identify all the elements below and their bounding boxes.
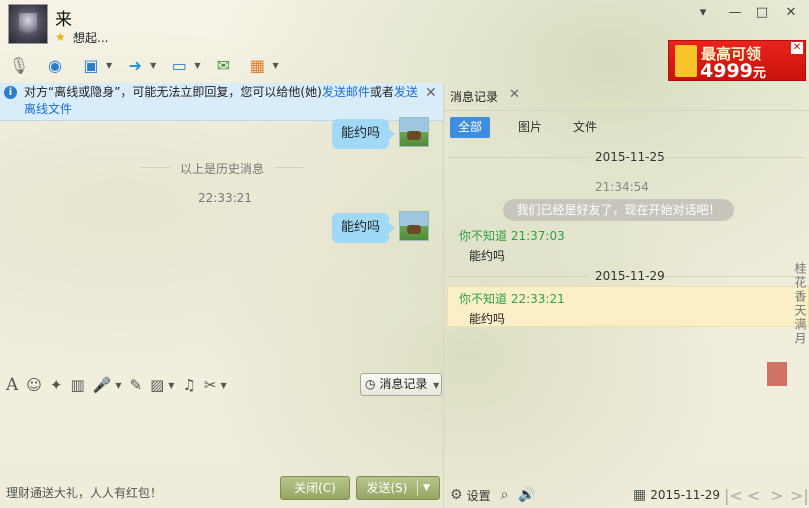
apps-icon[interactable]: ▦	[244, 53, 270, 77]
send-file-icon[interactable]: ➜	[122, 53, 148, 77]
offline-notice-bar: i 对方“离线或隐身”，可能无法立即回复，您可以给他(她)发送邮件或者发送离线文…	[0, 83, 443, 121]
send-options-chevron-icon[interactable]: ▼	[423, 477, 430, 499]
send-button-label: 发送(S)	[366, 481, 408, 495]
panel-divider[interactable]	[443, 83, 444, 508]
first-page-icon[interactable]: |<	[724, 486, 743, 505]
filter-all[interactable]: 全部	[450, 117, 491, 138]
search-icon[interactable]: ⌕	[501, 487, 509, 503]
screenshot-scissors-icon[interactable]: ✂	[204, 376, 217, 394]
contact-signature: 想起...	[73, 31, 109, 45]
skin-dropdown-icon[interactable]: ▾	[693, 4, 713, 22]
chevron-down-icon[interactable]: ▼	[115, 381, 121, 390]
date-divider-left	[448, 157, 588, 158]
ad-amount: 4999	[700, 60, 753, 82]
background-poem: 桂花香天满月	[793, 262, 807, 346]
send-email-link[interactable]: 发送邮件	[322, 85, 370, 99]
message-record-button[interactable]: ◷ 消息记录 ▼	[360, 373, 442, 396]
maximize-button[interactable]: □	[752, 4, 772, 22]
history-divider-left	[140, 167, 170, 168]
chevron-down-icon[interactable]: ▼	[106, 61, 112, 70]
tab-close-icon[interactable]: ✕	[509, 87, 520, 102]
chevron-down-icon[interactable]: ▼	[272, 61, 278, 70]
calendar-icon[interactable]: ▦	[633, 487, 646, 503]
history-footer: ⚙ 设置 ⌕ 🔊	[450, 486, 540, 504]
remote-desktop-icon[interactable]: ▣	[78, 53, 104, 77]
my-avatar[interactable]	[399, 117, 429, 147]
shake-icon[interactable]: ▥	[71, 376, 85, 394]
chevron-down-icon[interactable]: ▼	[194, 61, 200, 70]
red-packet-ad[interactable]: 最高可领 4999元 ✕	[668, 40, 806, 82]
contact-name: 来	[55, 10, 72, 30]
chat-bubble[interactable]: 能约吗	[332, 213, 396, 243]
date-divider-left	[448, 276, 588, 277]
message-record-label: 消息记录	[379, 377, 428, 391]
prev-page-icon[interactable]: <	[747, 486, 760, 505]
chat-bubble[interactable]: 能约吗	[332, 119, 396, 149]
red-packet-icon	[675, 45, 697, 77]
create-group-icon[interactable]: ✉	[210, 53, 236, 77]
last-page-icon[interactable]: >|	[790, 486, 809, 505]
seal-stamp	[767, 362, 787, 386]
clock-icon: ◷	[365, 377, 376, 391]
date-separator: 2015-11-29	[595, 269, 665, 283]
speaker-icon[interactable]: 🔊	[518, 487, 535, 503]
image-icon[interactable]: ▨	[150, 376, 164, 394]
edit-icon[interactable]: ✎	[130, 376, 143, 394]
music-icon[interactable]: ♫	[182, 376, 195, 394]
gear-icon[interactable]: ⚙	[450, 487, 463, 503]
voice-message-icon[interactable]: 🎤	[93, 376, 112, 394]
date-separator: 2015-11-25	[595, 150, 665, 164]
font-icon[interactable]: A	[6, 375, 18, 395]
magic-wand-icon[interactable]: ✦	[50, 376, 63, 394]
tab-underline	[444, 110, 809, 111]
date-divider-right	[665, 276, 805, 277]
history-divider-right	[275, 167, 305, 168]
message-body[interactable]: 能约吗	[469, 247, 505, 264]
my-avatar[interactable]	[399, 211, 429, 241]
filter-images[interactable]: 图片	[510, 117, 550, 138]
minimize-button[interactable]: —	[725, 4, 745, 22]
settings-label[interactable]: 设置	[467, 487, 491, 504]
ad-close-icon[interactable]: ✕	[791, 42, 803, 54]
system-message: 我们已经是好友了，现在开始对话吧！	[503, 199, 734, 221]
close-window-button[interactable]: ✕	[781, 4, 801, 22]
message-time: 22:33:21	[198, 191, 252, 205]
message-sender: 你不知道 22:33:21	[459, 292, 565, 306]
close-button[interactable]: 关闭(C)	[280, 476, 350, 500]
filter-files[interactable]: 文件	[565, 117, 605, 138]
chevron-down-icon[interactable]: ▼	[220, 381, 226, 390]
contact-avatar[interactable]	[8, 4, 48, 44]
voice-call-icon[interactable]: 🎙	[6, 53, 32, 77]
notice-prefix: 对方“离线或隐身”，可能无法立即回复，您可以给他(她)	[24, 85, 322, 99]
input-toolbar: A ☺ ✦ ▥ 🎤 ▼ ✎ ▨ ▼ ♫ ✂ ▼	[6, 375, 227, 395]
history-label: 以上是历史消息	[180, 162, 265, 176]
info-icon: i	[4, 86, 17, 99]
message-sender: 你不知道 21:37:03	[459, 229, 565, 243]
footer-date[interactable]: 2015-11-29	[650, 488, 720, 502]
chevron-down-icon: ▼	[433, 381, 440, 390]
chevron-down-icon[interactable]: ▼	[168, 381, 174, 390]
date-divider-right	[665, 157, 805, 158]
system-msg-time: 21:34:54	[595, 180, 649, 194]
send-separator	[417, 480, 418, 496]
next-page-icon[interactable]: >	[770, 486, 783, 505]
emoji-icon[interactable]: ☺	[26, 376, 42, 394]
ad-amount-line: 4999元	[700, 60, 766, 82]
promo-link[interactable]: 理财通送大礼，人人有红包！	[6, 484, 162, 501]
ad-unit: 元	[752, 66, 766, 81]
star-icon: ★	[55, 30, 66, 44]
date-picker[interactable]: ▦ 2015-11-29	[633, 486, 720, 504]
message-body[interactable]: 能约吗	[469, 310, 505, 327]
notice-text: 对方“离线或隐身”，可能无法立即回复，您可以给他(她)发送邮件或者发送离线文件	[24, 84, 419, 118]
tab-message-record[interactable]: 消息记录	[450, 88, 498, 105]
top-toolbar: 🎙 ◉ ▣ ▼ ➜ ▼ ▭ ▼ ✉ ▦ ▼	[6, 52, 279, 78]
chevron-down-icon[interactable]: ▼	[150, 61, 156, 70]
screen-share-icon[interactable]: ▭	[166, 53, 192, 77]
video-call-icon[interactable]: ◉	[42, 53, 68, 77]
send-button[interactable]: 发送(S) ▼	[356, 476, 440, 500]
notice-close-icon[interactable]: ✕	[425, 85, 437, 102]
notice-middle: 或者	[369, 85, 394, 99]
